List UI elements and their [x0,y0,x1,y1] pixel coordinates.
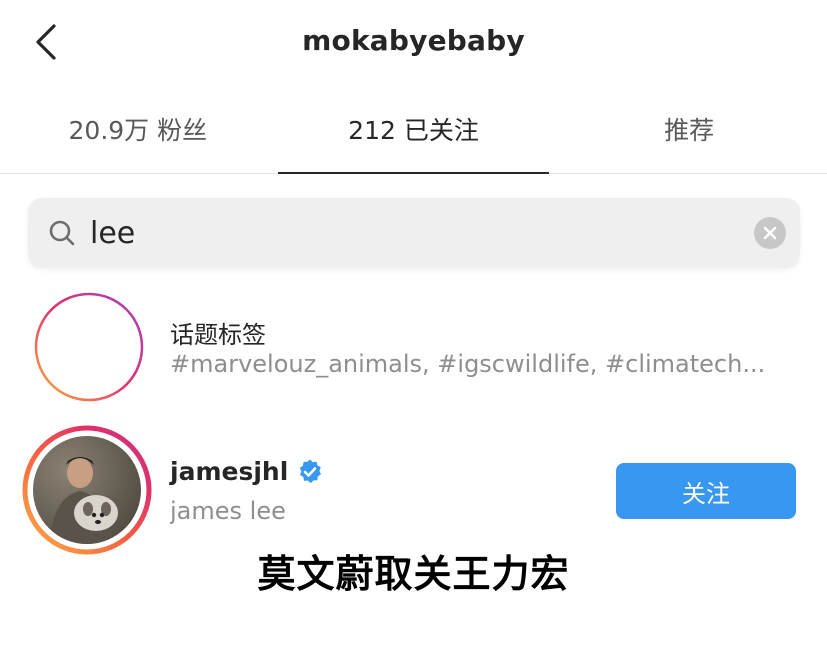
tab-suggested[interactable]: 推荐 [551,95,827,173]
clear-icon [763,226,777,240]
search-input[interactable] [90,208,730,258]
search-bar [28,198,800,268]
hashtag-result-list: #marvelouz_animals, #igscwildlife, #clim… [170,350,766,378]
hashtag-icon [34,292,144,402]
screen: mokabyebaby 20.9万 粉丝 212 已关注 推荐 lee 话题标签… [0,0,827,663]
clear-search-button[interactable] [754,217,786,249]
search-icon [49,220,75,246]
tab-following[interactable]: 212 已关注 [276,95,552,174]
avatar[interactable] [22,425,152,555]
tab-bar: 20.9万 粉丝 212 已关注 推荐 [0,95,827,174]
tab-followers[interactable]: 20.9万 粉丝 [0,95,276,173]
hashtag-result-row[interactable]: 话题标签 #marvelouz_animals, #igscwildlife, … [0,290,827,405]
verified-badge-icon [300,459,322,483]
page-title: mokabyebaby [302,24,525,57]
username-wrap: jamesjhl [170,457,324,486]
full-name: james lee [170,497,286,525]
user-result-row[interactable]: jamesjhl james lee 关注 [0,425,827,555]
hashtag-result-title: 话题标签 [170,321,266,349]
follow-button[interactable]: 关注 [616,463,796,519]
username: jamesjhl [170,457,289,486]
overlay-caption: 莫文蔚取关王力宏 [257,552,570,596]
